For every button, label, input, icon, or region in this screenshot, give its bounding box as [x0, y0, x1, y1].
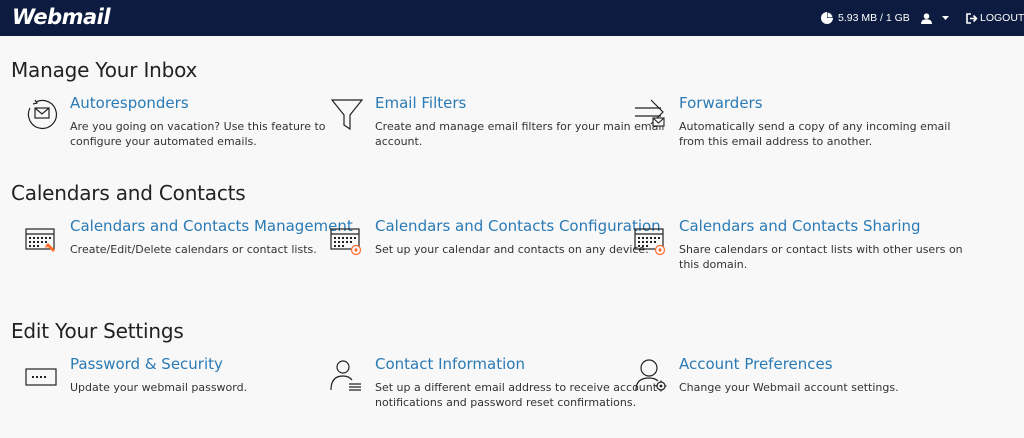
logo-text: Webmail: [12, 5, 111, 29]
calendars-contacts-configuration-description: Set up your calendar and contacts on any…: [375, 243, 649, 256]
filter-icon: [330, 99, 364, 131]
contact-info-icon: [330, 360, 361, 391]
calendar-manage-icon: [25, 228, 55, 252]
contact-information-item[interactable]: Contact Information Set up a different e…: [330, 357, 665, 410]
forwarders-item[interactable]: Forwarders Automatically send a copy of …: [635, 96, 969, 149]
calendars-contacts-configuration-link[interactable]: Calendars and Contacts Configuration: [375, 219, 665, 234]
calendars-contacts-management-link[interactable]: Calendars and Contacts Management: [70, 219, 360, 234]
forwarders-description: Automatically send a copy of any incomin…: [679, 120, 951, 148]
webmail-logo[interactable]: Webmail: [12, 5, 112, 29]
logout-button[interactable]: LOGOUT: [966, 9, 1024, 27]
autoresponders-link[interactable]: Autoresponders: [70, 96, 360, 111]
password-security-description: Update your webmail password.: [70, 381, 248, 394]
contact-information-description: Set up a different email address to rece…: [375, 381, 658, 409]
password-security-item[interactable]: Password & Security Update your webmail …: [25, 357, 360, 395]
calendar-share-icon: [634, 228, 666, 256]
logout-label: LOGOUT: [980, 12, 1024, 24]
calendars-contacts-sharing-item[interactable]: Calendars and Contacts Sharing Share cal…: [634, 219, 969, 272]
section-title-manage-inbox: Manage Your Inbox: [11, 58, 198, 82]
autoresponders-item[interactable]: Autoresponders Are you going on vacation…: [27, 96, 360, 149]
section-title-edit-settings: Edit Your Settings: [11, 319, 184, 343]
disk-usage-text: 5.93 MB / 1 GB: [838, 12, 910, 24]
email-filters-link[interactable]: Email Filters: [375, 96, 665, 111]
top-navbar: Webmail 5.93 MB / 1 GB LOGOUT: [0, 0, 1024, 36]
forwarder-icon: [635, 99, 665, 127]
email-filters-description: Create and manage email filters for your…: [375, 120, 665, 148]
calendars-contacts-management-description: Create/Edit/Delete calendars or contact …: [70, 243, 317, 256]
calendars-contacts-sharing-link[interactable]: Calendars and Contacts Sharing: [679, 219, 969, 234]
user-menu[interactable]: [921, 9, 949, 27]
contact-information-link[interactable]: Contact Information: [375, 357, 665, 372]
password-security-link[interactable]: Password & Security: [70, 357, 360, 372]
email-filters-item[interactable]: Email Filters Create and manage email fi…: [330, 96, 665, 149]
logout-icon: [966, 12, 978, 24]
forwarders-link[interactable]: Forwarders: [679, 96, 969, 111]
account-preferences-icon: [635, 359, 667, 392]
account-preferences-link[interactable]: Account Preferences: [679, 357, 969, 372]
chevron-down-icon: [942, 15, 949, 20]
pie-chart-icon: [821, 12, 833, 24]
calendars-contacts-sharing-description: Share calendars or contact lists with ot…: [679, 243, 963, 271]
calendar-config-icon: [330, 228, 362, 256]
password-icon: [25, 368, 57, 386]
disk-usage: 5.93 MB / 1 GB: [820, 9, 910, 27]
calendars-contacts-management-item[interactable]: Calendars and Contacts Management Create…: [25, 219, 360, 257]
autoresponders-description: Are you going on vacation? Use this feat…: [70, 120, 326, 148]
account-preferences-description: Change your Webmail account settings.: [679, 381, 899, 394]
user-icon: [921, 12, 932, 24]
autoresponder-icon: [27, 99, 57, 129]
calendars-contacts-configuration-item[interactable]: Calendars and Contacts Configuration Set…: [330, 219, 665, 257]
account-preferences-item[interactable]: Account Preferences Change your Webmail …: [635, 357, 969, 395]
section-title-calendars-contacts: Calendars and Contacts: [11, 181, 246, 205]
